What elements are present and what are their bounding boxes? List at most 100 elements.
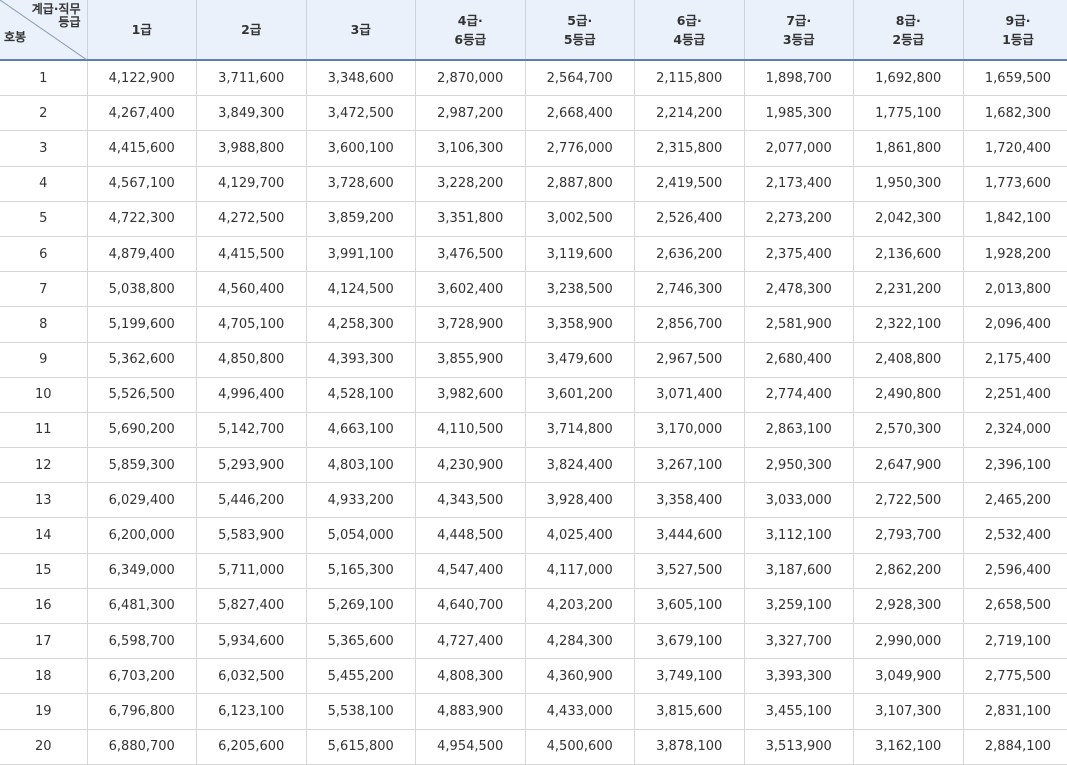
salary-cell: 3,107,300 (854, 694, 964, 729)
step-number-cell: 2 (0, 96, 87, 131)
step-number-cell: 17 (0, 624, 87, 659)
salary-cell: 2,532,400 (963, 518, 1067, 553)
salary-cell: 1,985,300 (744, 96, 854, 131)
step-number-cell: 14 (0, 518, 87, 553)
step-number-cell: 12 (0, 448, 87, 483)
salary-cell: 3,476,500 (416, 236, 526, 271)
salary-cell: 2,862,200 (854, 553, 964, 588)
column-header-label: 2급 (197, 20, 306, 39)
salary-cell: 2,668,400 (525, 96, 635, 131)
salary-cell: 2,884,100 (963, 729, 1067, 764)
table-row: 146,200,0005,583,9005,054,0004,448,5004,… (0, 518, 1067, 553)
salary-cell: 6,703,200 (87, 659, 197, 694)
step-number-cell: 7 (0, 272, 87, 307)
salary-cell: 3,728,900 (416, 307, 526, 342)
column-header-grade: 1급 (87, 0, 197, 60)
table-row: 186,703,2006,032,5005,455,2004,808,3004,… (0, 659, 1067, 694)
salary-cell: 3,119,600 (525, 236, 635, 271)
salary-cell: 4,117,000 (525, 553, 635, 588)
salary-cell: 3,513,900 (744, 729, 854, 764)
salary-cell: 3,679,100 (635, 624, 745, 659)
header-row: 계급·직무 등급 호봉 1급 2급 3급 4급·6등급 5급·5등급 6급·4등… (0, 0, 1067, 60)
salary-cell: 2,096,400 (963, 307, 1067, 342)
salary-cell: 3,071,400 (635, 377, 745, 412)
salary-cell: 4,415,600 (87, 131, 197, 166)
step-number-cell: 15 (0, 553, 87, 588)
salary-cell: 1,773,600 (963, 166, 1067, 201)
salary-cell: 4,230,900 (416, 448, 526, 483)
salary-cell: 2,077,000 (744, 131, 854, 166)
salary-cell: 6,880,700 (87, 729, 197, 764)
salary-cell: 3,991,100 (306, 236, 416, 271)
salary-cell: 2,680,400 (744, 342, 854, 377)
column-header-label: 6급· (635, 11, 744, 30)
salary-cell: 1,775,100 (854, 96, 964, 131)
salary-cell: 4,954,500 (416, 729, 526, 764)
salary-cell: 3,393,300 (744, 659, 854, 694)
step-number-cell: 9 (0, 342, 87, 377)
column-header-label: 5급· (526, 11, 635, 30)
salary-cell: 5,365,600 (306, 624, 416, 659)
table-row: 34,415,6003,988,8003,600,1003,106,3002,7… (0, 131, 1067, 166)
salary-cell: 1,861,800 (854, 131, 964, 166)
salary-cell: 3,187,600 (744, 553, 854, 588)
salary-cell: 3,444,600 (635, 518, 745, 553)
salary-cell: 2,658,500 (963, 588, 1067, 623)
column-header-label: 3급 (307, 20, 416, 39)
salary-cell: 5,615,800 (306, 729, 416, 764)
table-body: 14,122,9003,711,6003,348,6002,870,0002,5… (0, 60, 1067, 764)
salary-cell: 3,351,800 (416, 201, 526, 236)
salary-cell: 4,560,400 (197, 272, 307, 307)
table-row: 176,598,7005,934,6005,365,6004,727,4004,… (0, 624, 1067, 659)
salary-cell: 3,711,600 (197, 60, 307, 96)
salary-cell: 6,796,800 (87, 694, 197, 729)
salary-cell: 2,013,800 (963, 272, 1067, 307)
salary-cell: 2,173,400 (744, 166, 854, 201)
salary-cell: 4,110,500 (416, 412, 526, 447)
salary-cell: 2,231,200 (854, 272, 964, 307)
salary-cell: 4,808,300 (416, 659, 526, 694)
salary-cell: 6,481,300 (87, 588, 197, 623)
salary-cell: 6,200,000 (87, 518, 197, 553)
salary-cell: 4,360,900 (525, 659, 635, 694)
salary-cell: 2,408,800 (854, 342, 964, 377)
salary-cell: 3,855,900 (416, 342, 526, 377)
salary-cell: 2,322,100 (854, 307, 964, 342)
salary-cell: 4,343,500 (416, 483, 526, 518)
column-header-label: 1등급 (964, 30, 1067, 49)
salary-cell: 3,455,100 (744, 694, 854, 729)
salary-cell: 2,596,400 (963, 553, 1067, 588)
salary-cell: 3,228,200 (416, 166, 526, 201)
salary-cell: 5,827,400 (197, 588, 307, 623)
table-row: 105,526,5004,996,4004,528,1003,982,6003,… (0, 377, 1067, 412)
salary-cell: 3,527,500 (635, 553, 745, 588)
salary-cell: 2,490,800 (854, 377, 964, 412)
step-number-cell: 20 (0, 729, 87, 764)
column-header-label: 5등급 (526, 30, 635, 49)
salary-cell: 4,284,300 (525, 624, 635, 659)
salary-cell: 2,776,000 (525, 131, 635, 166)
table-row: 125,859,3005,293,9004,803,1004,230,9003,… (0, 448, 1067, 483)
salary-cell: 4,258,300 (306, 307, 416, 342)
salary-cell: 5,690,200 (87, 412, 197, 447)
table-row: 136,029,4005,446,2004,933,2004,343,5003,… (0, 483, 1067, 518)
salary-cell: 5,455,200 (306, 659, 416, 694)
salary-cell: 1,682,300 (963, 96, 1067, 131)
salary-cell: 5,526,500 (87, 377, 197, 412)
salary-cell: 2,570,300 (854, 412, 964, 447)
step-number-cell: 18 (0, 659, 87, 694)
salary-cell: 4,528,100 (306, 377, 416, 412)
salary-cell: 2,419,500 (635, 166, 745, 201)
salary-cell: 3,815,600 (635, 694, 745, 729)
salary-cell: 4,705,100 (197, 307, 307, 342)
salary-cell: 2,581,900 (744, 307, 854, 342)
column-header-label: 8급· (854, 11, 963, 30)
salary-cell: 2,396,100 (963, 448, 1067, 483)
corner-header-cell: 계급·직무 등급 호봉 (0, 0, 87, 60)
column-header-label: 1급 (88, 20, 197, 39)
column-header-label: 6등급 (416, 30, 525, 49)
table-row: 206,880,7006,205,6005,615,8004,954,5004,… (0, 729, 1067, 764)
salary-cell: 2,115,800 (635, 60, 745, 96)
salary-cell: 3,170,000 (635, 412, 745, 447)
salary-cell: 6,598,700 (87, 624, 197, 659)
